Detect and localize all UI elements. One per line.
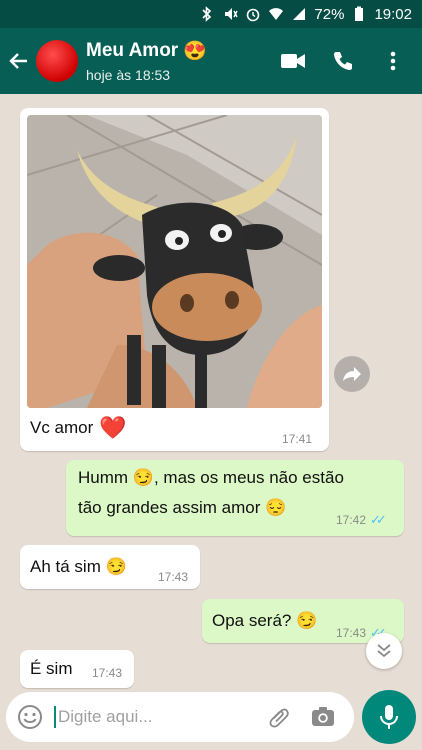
smirk-emoji: 😏 — [132, 468, 154, 487]
attach-icon — [269, 708, 289, 728]
message-time: 17:41 — [282, 432, 313, 446]
attach-button[interactable] — [260, 692, 298, 742]
last-seen: hoje às 18:53 — [86, 67, 171, 83]
battery-level: 72% — [314, 5, 345, 23]
message-time: 17:43 — [92, 666, 123, 680]
toy-bull-photo — [27, 115, 322, 408]
red-heart-emoji: ❤️ — [99, 415, 127, 440]
message-text: Opa será? 😏 — [212, 611, 318, 630]
voice-message-button[interactable] — [362, 690, 416, 744]
status-time: 19:02 — [374, 5, 412, 23]
read-ticks-icon: ✓✓ — [370, 512, 387, 527]
status-bar: 72% 19:02 — [0, 0, 422, 28]
message-input[interactable] — [58, 707, 248, 727]
more-vert-icon — [390, 51, 396, 71]
scroll-to-bottom-button[interactable] — [366, 633, 402, 669]
back-button[interactable] — [2, 28, 36, 94]
smirk-emoji: 😏 — [105, 557, 127, 576]
video-call-button[interactable] — [280, 48, 306, 74]
chevron-down-icon — [377, 644, 391, 658]
camera-icon — [312, 707, 334, 726]
forward-icon — [343, 367, 361, 381]
contact-name: Meu Amor — [86, 40, 179, 61]
text-cursor — [54, 706, 56, 728]
message-text: É sim — [30, 659, 73, 678]
message-photo[interactable] — [27, 115, 322, 408]
incoming-message[interactable]: Ah tá sim 😏 17:43 — [20, 545, 200, 589]
bluetooth-icon — [199, 6, 215, 22]
wifi-icon — [268, 6, 284, 22]
heart-eyes-emoji: 😍 — [183, 41, 207, 62]
emoji-button[interactable] — [6, 692, 54, 742]
video-call-icon — [281, 54, 305, 68]
mute-icon — [222, 6, 239, 22]
image-message[interactable]: Vc amor ❤️ 17:41 — [20, 108, 329, 451]
chat-header: Meu Amor 😍 hoje às 18:53 — [0, 28, 422, 94]
back-arrow-icon — [9, 53, 27, 69]
voice-call-button[interactable] — [330, 48, 356, 74]
alarm-icon — [245, 6, 261, 22]
outgoing-message[interactable]: Humm 😏, mas os meus não estão tão grande… — [66, 460, 404, 536]
forward-button[interactable] — [334, 356, 370, 392]
battery-icon — [351, 6, 367, 22]
chat-area[interactable]: Vc amor ❤️ 17:41 Humm 😏, mas os meus não… — [0, 94, 422, 690]
message-time: 17:43 — [158, 570, 189, 584]
message-text-line-2: tão grandes assim amor 😔 — [78, 498, 287, 517]
contact-info[interactable]: Meu Amor 😍 hoje às 18:53 — [86, 39, 207, 83]
message-composer — [6, 692, 354, 742]
emoji-icon — [18, 705, 42, 729]
incoming-message[interactable]: É sim 17:43 — [20, 650, 134, 688]
more-options-button[interactable] — [380, 48, 406, 74]
contact-title: Meu Amor 😍 — [86, 39, 207, 63]
camera-button[interactable] — [304, 692, 342, 742]
smirk-emoji: 😏 — [296, 611, 318, 630]
signal-icon — [291, 6, 307, 22]
mic-icon — [380, 705, 398, 729]
phone-icon — [334, 52, 352, 70]
avatar[interactable] — [36, 40, 78, 82]
message-text: Ah tá sim 😏 — [30, 557, 127, 576]
message-time: 17:42 ✓✓ — [336, 512, 387, 527]
pensive-emoji: 😔 — [265, 498, 287, 517]
message-text-line-1: Humm 😏, mas os meus não estão — [78, 468, 344, 487]
image-caption: Vc amor ❤️ — [30, 415, 127, 440]
